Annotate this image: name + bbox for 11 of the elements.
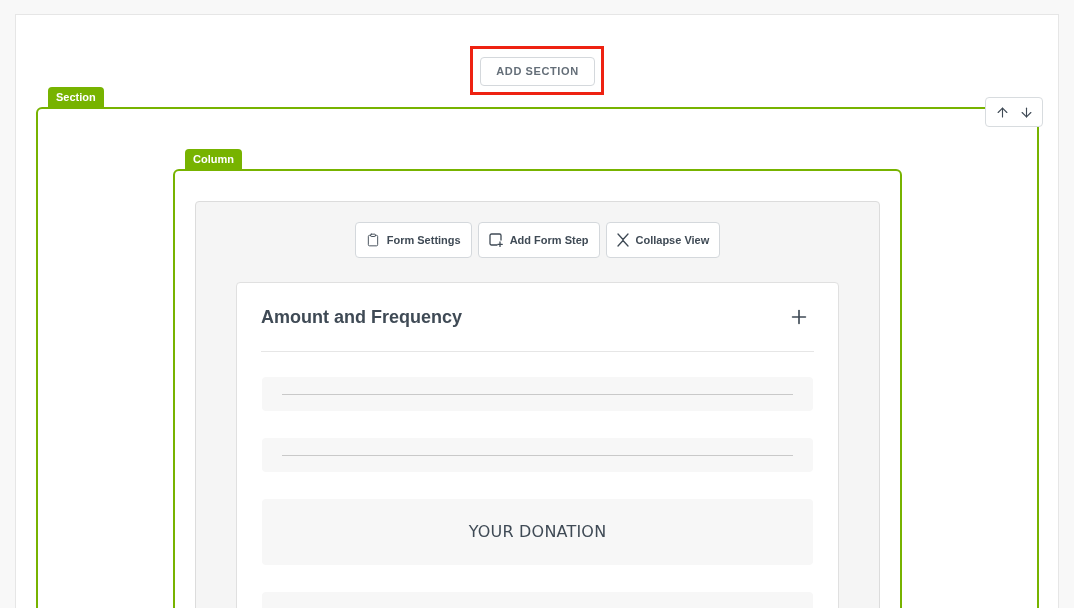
toolbar-button[interactable]: Form Settings <box>354 222 472 258</box>
heading-text: YOUR DONATION <box>468 521 607 543</box>
add-section-button[interactable]: ADD SECTION <box>480 57 595 86</box>
toolbar-button[interactable]: Collapse View <box>605 222 721 258</box>
clipboard-icon <box>365 233 380 247</box>
step-title: Amount and Frequency <box>261 306 462 329</box>
column-tag: Column <box>185 149 242 169</box>
section-tag: Section <box>48 87 104 107</box>
toolbar-button[interactable]: Add Form Step <box>477 222 600 258</box>
collapse-icon <box>616 233 629 247</box>
add-step-icon <box>488 233 503 247</box>
